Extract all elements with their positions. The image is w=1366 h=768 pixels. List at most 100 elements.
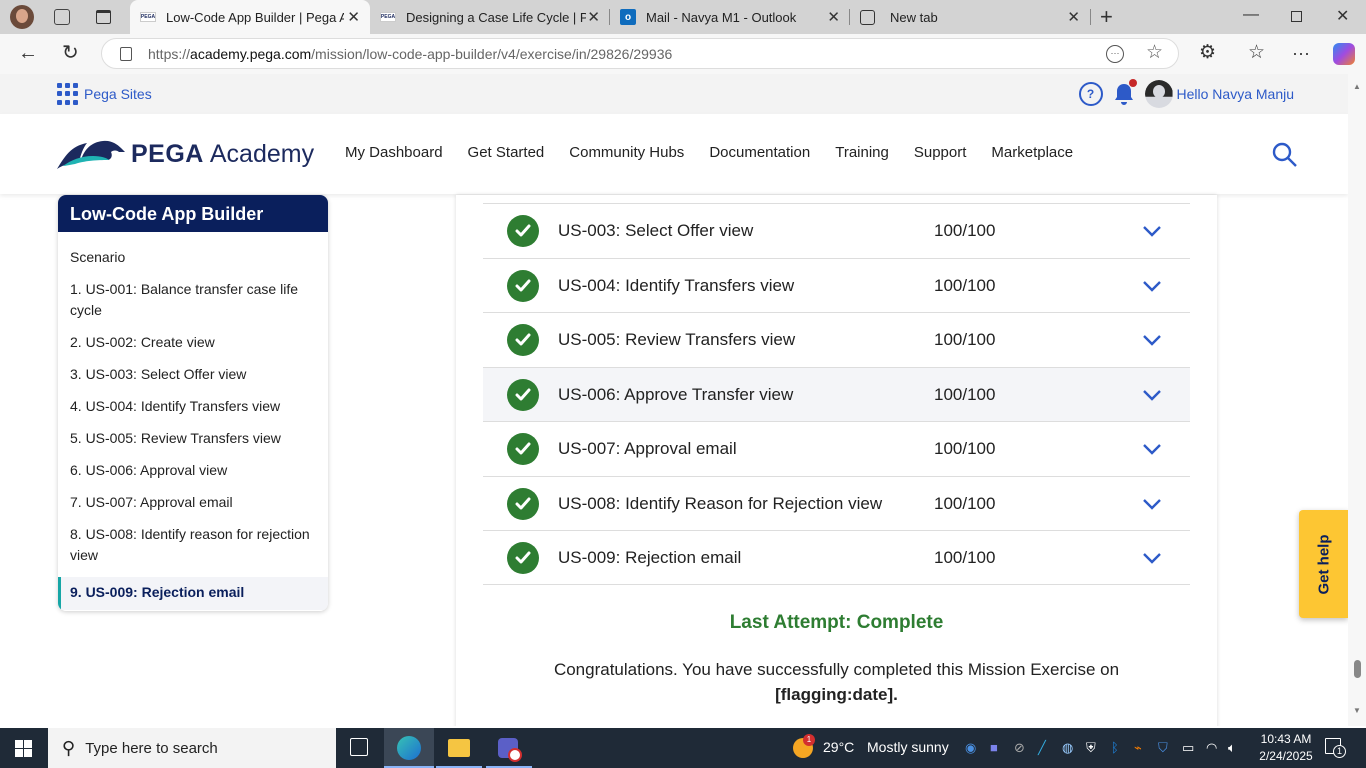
url-text[interactable]: https://academy.pega.com/mission/low-cod…	[148, 46, 672, 62]
pega-sites-link[interactable]: Pega Sites	[57, 83, 152, 105]
close-tab-icon[interactable]: ✕	[1067, 8, 1080, 26]
taskbar-search-box[interactable]: ⚲ Type here to search	[48, 728, 336, 768]
sidebar-item-us-005[interactable]: 5. US-005: Review Transfers view	[58, 428, 328, 460]
user-greeting: Hello Navya Manju	[1176, 86, 1295, 102]
taskbar-teams[interactable]	[486, 728, 532, 768]
results-list-bottom-divider	[483, 584, 1190, 585]
pega-top-utility-bar: Pega Sites ? Hello Navya Manju	[0, 74, 1348, 114]
back-icon[interactable]: ←	[18, 42, 38, 64]
taskbar-edge[interactable]	[384, 728, 434, 768]
tab-designing-case-life-cycle[interactable]: PEGA Designing a Case Life Cycle | Pega …	[370, 0, 610, 34]
result-row[interactable]: US-004: Identify Transfers view 100/100	[483, 258, 1190, 312]
nav-get-started[interactable]: Get Started	[468, 144, 545, 161]
result-row[interactable]: US-003: Select Offer view 100/100	[483, 203, 1190, 257]
chevron-down-icon[interactable]	[1142, 442, 1162, 456]
nav-documentation[interactable]: Documentation	[709, 144, 810, 161]
tab-outlook-mail[interactable]: o Mail - Navya M1 - Outlook ✕	[610, 0, 850, 34]
nav-community-hubs[interactable]: Community Hubs	[569, 144, 684, 161]
sidebar-item-us-001[interactable]: 1. US-001: Balance transfer case life cy…	[58, 279, 328, 332]
profile-avatar[interactable]	[10, 5, 34, 29]
user-menu[interactable]: Hello Navya Manju	[1144, 80, 1295, 108]
nav-my-dashboard[interactable]: My Dashboard	[345, 144, 443, 161]
sidebar-item-us-002[interactable]: 2. US-002: Create view	[58, 332, 328, 364]
chevron-down-icon[interactable]	[1142, 279, 1162, 293]
sidebar-item-us-006[interactable]: 6. US-006: Approval view	[58, 460, 328, 492]
battery-icon[interactable]: ▭	[1182, 740, 1194, 756]
scroll-down-arrow-icon[interactable]: ▼	[1353, 706, 1361, 715]
close-tab-icon[interactable]: ✕	[347, 8, 360, 26]
result-row[interactable]: US-007: Approval email 100/100	[483, 421, 1190, 475]
taskbar-file-explorer[interactable]	[436, 728, 482, 768]
help-chat-icon[interactable]: ?	[1078, 82, 1103, 106]
tray-teams-icon[interactable]: ■	[990, 740, 998, 755]
chevron-down-icon[interactable]	[1142, 497, 1162, 511]
close-tab-icon[interactable]: ✕	[587, 8, 600, 26]
more-menu-icon[interactable]: ···	[1292, 42, 1310, 64]
clock[interactable]: 10:43 AM 2/24/2025	[1254, 731, 1318, 765]
tray-network-off-icon[interactable]: ⊘	[1014, 740, 1025, 756]
scroll-up-arrow-icon[interactable]: ▲	[1353, 82, 1361, 91]
pega-academy-logo[interactable]: PEGA Academy	[57, 138, 314, 170]
result-row[interactable]: US-008: Identify Reason for Rejection vi…	[483, 476, 1190, 530]
page-scrollbar[interactable]: ▲ ▼	[1348, 74, 1366, 726]
restore-icon[interactable]	[1291, 11, 1302, 22]
tab-actions-icon[interactable]	[96, 10, 111, 24]
chevron-down-icon[interactable]	[1142, 224, 1162, 238]
weather-description[interactable]: Mostly sunny	[867, 739, 949, 755]
tray-shield-icon[interactable]: ⛉	[1158, 740, 1168, 756]
completion-date: [flagging:date].	[775, 685, 898, 704]
tab-low-code-app-builder[interactable]: PEGA Low-Code App Builder | Pega Academy…	[130, 0, 370, 34]
tray-sync-icon[interactable]: ⌁	[1134, 740, 1142, 756]
address-bar[interactable]: https://academy.pega.com/mission/low-cod…	[101, 38, 1179, 69]
copilot-icon[interactable]	[1333, 43, 1355, 65]
weather-temperature[interactable]: 29°C	[823, 739, 854, 755]
sidebar-item-us-007[interactable]: 7. US-007: Approval email	[58, 492, 328, 524]
tab-new-tab[interactable]: New tab ✕	[850, 0, 1090, 34]
tray-app-icon[interactable]: ◉	[965, 740, 976, 756]
sidebar-item-scenario[interactable]: Scenario	[58, 247, 328, 279]
wifi-icon[interactable]: ◠	[1206, 740, 1217, 756]
exercise-results-card: US-003: Select Offer view 100/100 US-004: …	[456, 195, 1217, 726]
nav-training[interactable]: Training	[835, 144, 889, 161]
sidebar-list: Scenario 1. US-001: Balance transfer cas…	[58, 232, 328, 610]
chevron-down-icon[interactable]	[1142, 551, 1162, 565]
scrollbar-thumb[interactable]	[1354, 660, 1361, 678]
site-search-button[interactable]	[1272, 142, 1298, 173]
notification-bell-icon[interactable]	[1113, 79, 1137, 106]
lock-icon[interactable]	[120, 46, 132, 61]
favorite-star-icon[interactable]: ☆	[1146, 41, 1163, 64]
sidebar-item-us-009[interactable]: 9. US-009: Rejection email	[58, 577, 328, 610]
tray-security-icon[interactable]: ◍	[1062, 740, 1073, 756]
sidebar-item-us-003[interactable]: 3. US-003: Select Offer view	[58, 364, 328, 396]
bluetooth-icon[interactable]: ᛒ	[1111, 740, 1119, 755]
tray-pen-icon[interactable]: ╱	[1038, 740, 1046, 756]
nav-support[interactable]: Support	[914, 144, 967, 161]
chevron-down-icon[interactable]	[1142, 333, 1162, 347]
minimize-icon[interactable]: —	[1243, 6, 1259, 24]
volume-icon[interactable]: 🔈︎	[1228, 740, 1236, 756]
chevron-down-icon[interactable]	[1142, 388, 1162, 402]
reading-mode-icon[interactable]: ···	[1106, 45, 1124, 63]
close-window-icon[interactable]: ✕	[1336, 6, 1349, 26]
close-tab-icon[interactable]: ✕	[827, 8, 840, 26]
nav-marketplace[interactable]: Marketplace	[991, 144, 1073, 161]
result-row[interactable]: US-009: Rejection email 100/100	[483, 530, 1190, 584]
folder-icon	[448, 739, 470, 757]
sidebar-item-us-008[interactable]: 8. US-008: Identify reason for rejection…	[58, 524, 328, 577]
weather-icon[interactable]: 1	[793, 734, 815, 758]
workspaces-icon[interactable]	[54, 9, 70, 25]
notification-center-icon[interactable]: 1	[1325, 738, 1346, 758]
favorites-icon[interactable]: ☆	[1248, 42, 1265, 64]
task-view-icon[interactable]	[350, 738, 368, 756]
sidebar-item-us-004[interactable]: 4. US-004: Identify Transfers view	[58, 396, 328, 428]
main-navigation: My Dashboard Get Started Community Hubs …	[345, 144, 1073, 161]
windows-start-icon[interactable]	[15, 740, 32, 757]
result-row[interactable]: US-006: Approve Transfer view 100/100	[483, 367, 1190, 421]
refresh-icon[interactable]: ↻	[62, 42, 79, 64]
new-tab-plus-icon[interactable]: +	[1100, 4, 1113, 30]
tray-defender-warning-icon[interactable]: ⛨	[1086, 740, 1096, 756]
tab-title: Low-Code App Builder | Pega Academy	[166, 9, 344, 25]
get-help-button[interactable]: Get help	[1299, 510, 1348, 618]
result-row[interactable]: US-005: Review Transfers view 100/100	[483, 312, 1190, 366]
extensions-icon[interactable]: ⚙	[1199, 42, 1216, 64]
